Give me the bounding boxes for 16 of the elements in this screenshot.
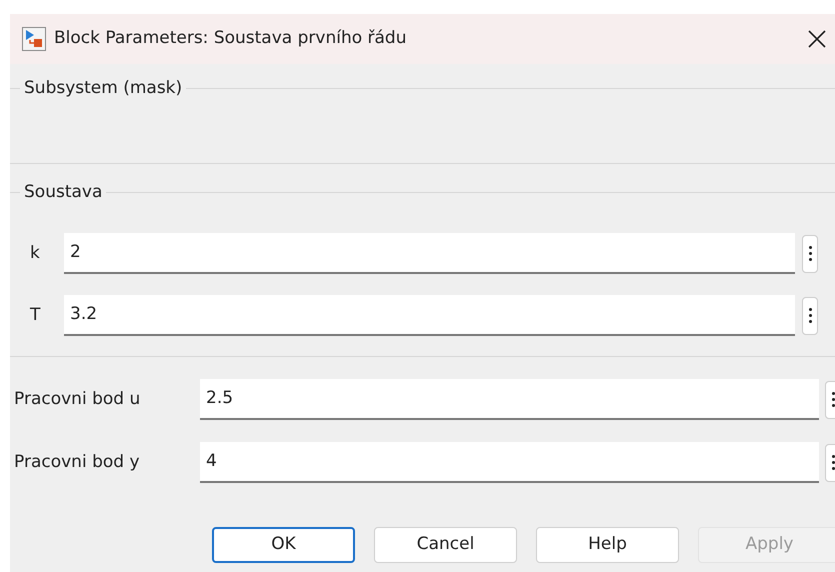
dialog-button[interactable]: Cancel bbox=[374, 527, 517, 563]
more-options-button[interactable] bbox=[802, 296, 818, 334]
field-label: k bbox=[30, 242, 41, 265]
close-icon[interactable] bbox=[807, 29, 827, 49]
field-label: T bbox=[30, 304, 42, 327]
dialog-button[interactable]: Help bbox=[536, 527, 679, 563]
input-field[interactable]: 2.5 bbox=[200, 379, 819, 420]
more-options-button[interactable] bbox=[802, 234, 818, 272]
dialog-button[interactable]: OK bbox=[212, 527, 355, 563]
field-label: Pracovni bod y bbox=[14, 450, 141, 474]
input-field[interactable]: 2 bbox=[64, 233, 795, 274]
block-icon bbox=[22, 27, 46, 51]
window-title: Block Parameters: Soustava prvního řádu bbox=[54, 27, 408, 50]
input-field[interactable]: 4 bbox=[200, 442, 819, 483]
field-label: Pracovni bod u bbox=[14, 388, 142, 411]
input-field[interactable]: 3.2 bbox=[64, 295, 795, 336]
